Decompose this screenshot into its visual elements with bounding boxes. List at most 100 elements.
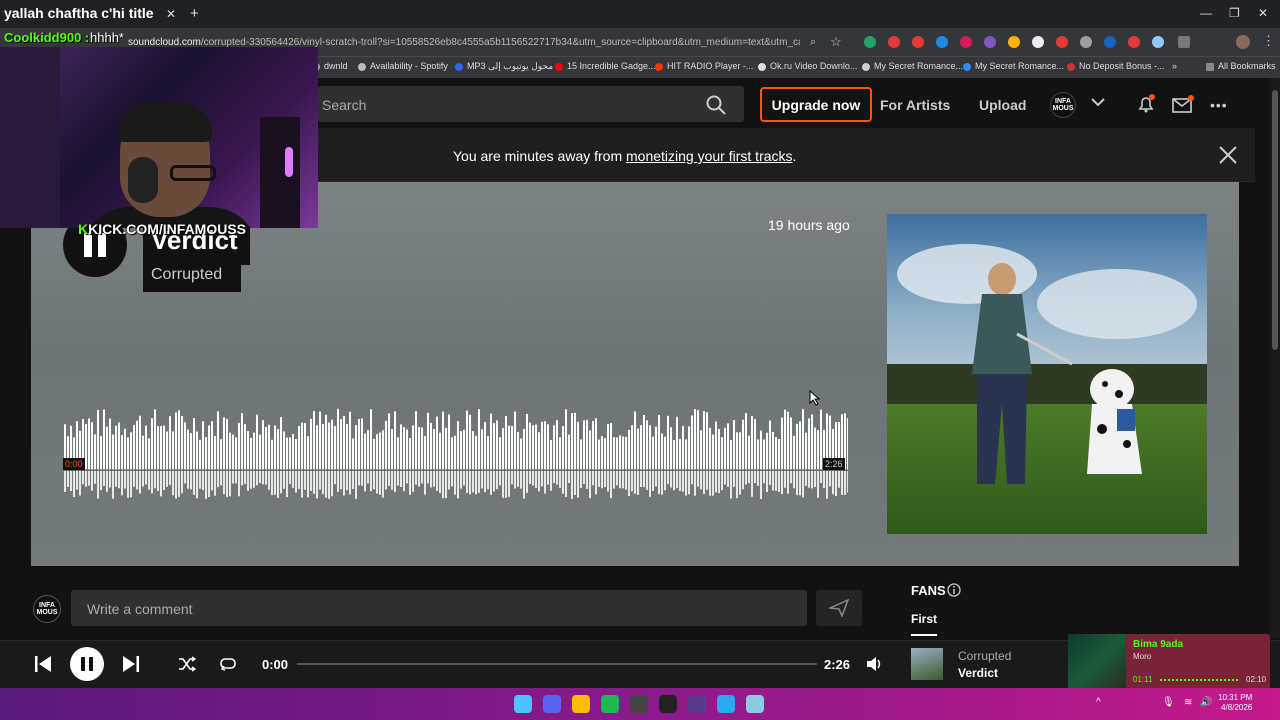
waveform-bar (457, 421, 459, 470)
tab-close-icon[interactable]: ✕ (166, 7, 176, 21)
window-close-icon[interactable]: ✕ (1258, 6, 1268, 20)
discord-icon[interactable] (543, 695, 561, 713)
tray-chevron-icon[interactable]: ^ (1096, 697, 1101, 708)
upgrade-now-button[interactable]: Upgrade now (760, 87, 872, 122)
artist-link[interactable]: Corrupted (151, 266, 222, 284)
extension-icon[interactable] (1056, 36, 1068, 48)
waveform-bar-reflection (118, 471, 120, 489)
waveform-bar (451, 437, 453, 470)
extension-icon[interactable] (1128, 36, 1140, 48)
bookmark-item[interactable]: HIT RADIO Player -... (655, 61, 753, 71)
waveform[interactable] (64, 408, 848, 500)
track-artwork[interactable] (887, 214, 1207, 534)
waveform-bar (646, 420, 648, 470)
search-input[interactable] (318, 86, 744, 122)
maximize-icon[interactable]: ❐ (1229, 6, 1240, 20)
waveform-bar-reflection (529, 471, 531, 484)
bookmark-item[interactable]: My Secret Romance... (963, 61, 1064, 71)
waveform-bar (577, 421, 579, 470)
zoom-icon[interactable]: ⌕ (810, 36, 816, 49)
speaker-icon[interactable]: 🔊 (1200, 697, 1212, 708)
waveform-bar (685, 439, 687, 470)
waveform-bar (334, 425, 336, 470)
now-playing-artist[interactable]: Corrupted (958, 649, 1011, 663)
more-options-icon[interactable]: ••• (1210, 97, 1228, 113)
repeat-icon[interactable] (219, 656, 237, 672)
next-icon[interactable] (122, 655, 140, 673)
player-progress-bar[interactable] (297, 663, 817, 665)
chevron-down-icon[interactable] (1090, 94, 1106, 110)
for-artists-link[interactable]: For Artists (880, 97, 950, 113)
user-avatar[interactable]: INFA MOUS (1050, 92, 1076, 118)
shuffle-icon[interactable] (178, 656, 196, 672)
waveform-bar-reflection (589, 471, 591, 499)
extension-icon[interactable] (1032, 36, 1044, 48)
bookmark-item[interactable]: No Deposit Bonus -... (1067, 61, 1165, 71)
extension-icon[interactable] (960, 36, 972, 48)
notifications-bell-icon[interactable] (1136, 94, 1156, 114)
waveform-bar-reflection (91, 471, 93, 491)
all-bookmarks[interactable]: All Bookmarks (1206, 61, 1276, 71)
send-comment-button[interactable] (816, 590, 862, 626)
close-banner-icon[interactable] (1218, 145, 1238, 165)
windows-start-icon[interactable] (514, 695, 532, 713)
now-playing-title[interactable]: Verdict (958, 666, 998, 680)
waveform-bar (91, 422, 93, 470)
waveform-bar (559, 437, 561, 470)
previous-icon[interactable] (34, 655, 52, 673)
extension-icon[interactable] (912, 36, 924, 48)
banner-link[interactable]: monetizing your first tracks (626, 148, 793, 164)
profile-avatar[interactable] (1236, 35, 1250, 49)
now-playing-artwork[interactable] (911, 648, 943, 680)
volume-icon[interactable] (866, 656, 884, 672)
app-icon[interactable] (746, 695, 764, 713)
info-icon[interactable] (947, 583, 961, 597)
bookmark-item[interactable]: 15 Incredible Gadge... (555, 61, 656, 71)
app-icon[interactable] (659, 695, 677, 713)
taskbar-clock[interactable]: 10:31 PM 4/8/2026 (1218, 693, 1252, 713)
waveform-bar-reflection (778, 471, 780, 493)
extension-icon[interactable] (864, 36, 876, 48)
waveform-bar (97, 409, 99, 470)
bookmark-item[interactable]: Availability - Spotify (358, 61, 448, 71)
upload-link[interactable]: Upload (979, 97, 1026, 113)
extension-icon[interactable] (984, 36, 996, 48)
waveform-bar (94, 434, 96, 470)
waveform-bar-reflection (250, 471, 252, 489)
waveform-bar (778, 439, 780, 470)
tab-first[interactable]: First (911, 612, 937, 626)
minimize-icon[interactable]: — (1200, 6, 1212, 20)
new-tab-icon[interactable]: + (190, 5, 199, 22)
chrome-icon[interactable] (572, 695, 590, 713)
player-pause-button[interactable] (70, 647, 104, 681)
spotify-icon[interactable] (601, 695, 619, 713)
app-icon[interactable] (688, 695, 706, 713)
obs-icon[interactable] (630, 695, 648, 713)
browser-menu-icon[interactable]: ⋮ (1262, 33, 1275, 49)
mic-icon[interactable]: 🎙 (1162, 697, 1175, 708)
waveform-bar (637, 428, 639, 470)
waveform-bar (631, 425, 633, 470)
bookmark-item[interactable]: MP3 محول يوتيوب إلى (455, 61, 553, 72)
bookmark-item[interactable]: Ok.ru Video Downlo... (758, 61, 857, 71)
bookmark-item[interactable]: My Secret Romance... (862, 61, 963, 71)
telegram-icon[interactable] (717, 695, 735, 713)
search-icon[interactable] (706, 95, 726, 115)
waveform-bar-reflection (709, 471, 711, 496)
bookmark-star-icon[interactable]: ☆ (830, 34, 842, 50)
extension-icon[interactable] (888, 36, 900, 48)
waveform-bar-reflection (766, 471, 768, 493)
extension-icon[interactable] (1104, 36, 1116, 48)
extension-icon[interactable] (1008, 36, 1020, 48)
waveform-bar-reflection (112, 471, 114, 499)
extension-icon[interactable] (1080, 36, 1092, 48)
extension-icon[interactable] (936, 36, 948, 48)
scrollbar-thumb[interactable] (1272, 90, 1278, 350)
waveform-bar (310, 418, 312, 470)
waveform-bar-reflection (634, 471, 636, 494)
wifi-icon[interactable]: ≋ (1184, 697, 1192, 708)
puzzle-icon[interactable] (1178, 36, 1190, 48)
messages-icon[interactable] (1172, 95, 1194, 113)
extension-icon[interactable] (1152, 36, 1164, 48)
bookmarks-overflow-icon[interactable]: » (1172, 61, 1177, 71)
